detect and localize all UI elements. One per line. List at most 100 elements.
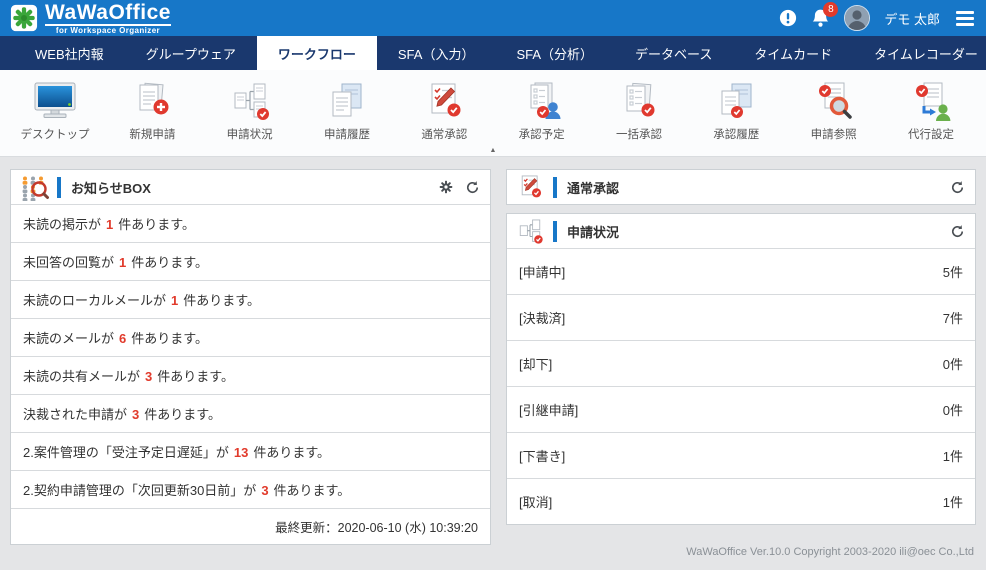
notice-row[interactable]: 未読の掲示が1件あります。 xyxy=(11,204,490,242)
workflow-toolbar: デスクトップ 新規申請 xyxy=(0,70,986,157)
proxy-setting-icon xyxy=(911,79,951,121)
logo-title: WaWaOffice xyxy=(45,2,171,23)
toolbar-item-desktop[interactable]: デスクトップ xyxy=(8,79,102,142)
top-bar: WaWaOffice for Workspace Organizer 8 xyxy=(0,0,986,36)
toolbar-item-proxy-setting[interactable]: 代行設定 xyxy=(884,79,978,142)
notice-row[interactable]: 未読のローカルメールが 1 件あります。 xyxy=(11,280,490,318)
notice-row[interactable]: 未回答の回覧が1件あります。 xyxy=(11,242,490,280)
notice-text: 未読のローカルメールが xyxy=(23,293,166,308)
accent-bar xyxy=(553,221,557,242)
refresh-icon[interactable] xyxy=(465,180,480,195)
tab-database[interactable]: データベース xyxy=(614,36,733,70)
request-status-icon xyxy=(513,218,547,244)
normal-approval-icon xyxy=(424,79,464,121)
settings-gear-icon[interactable] xyxy=(439,180,453,194)
request-status-title: 申請状況 xyxy=(567,222,938,241)
notice-row[interactable]: 2.契約申請管理の「次回更新30日前」が 3 件あります。 xyxy=(11,470,490,508)
notice-count: 1 xyxy=(119,255,126,270)
notice-text-suffix: 件あります。 xyxy=(253,445,330,460)
status-label: [却下] xyxy=(519,354,552,373)
status-label: [決裁済] xyxy=(519,308,565,327)
notice-row[interactable]: 2.案件管理の「受注予定日遅延」が 13 件あります。 xyxy=(11,432,490,470)
notice-box-icon xyxy=(17,174,51,201)
notice-list: 未読の掲示が1件あります。 未回答の回覧が1件あります。 未読のローカルメールが… xyxy=(11,204,490,508)
bell-icon[interactable]: 8 xyxy=(811,8,830,28)
notice-row[interactable]: 決裁された申請が3件あります。 xyxy=(11,394,490,432)
status-row[interactable]: [申請中] 5件 xyxy=(507,248,975,294)
avatar[interactable] xyxy=(844,5,870,31)
status-row[interactable]: [取消] 1件 xyxy=(507,478,975,524)
notice-row[interactable]: 未読のメールが 6 件あります。 xyxy=(11,318,490,356)
approval-history-icon xyxy=(716,79,756,121)
dashboard-content: お知らせBOX xyxy=(0,157,986,545)
status-count: 1件 xyxy=(943,492,963,511)
notice-count: 13 xyxy=(234,445,248,460)
tab-sfa-input[interactable]: SFA（入力） xyxy=(377,36,496,70)
notice-text: 未読のメールが xyxy=(23,331,114,346)
tab-workflow[interactable]: ワークフロー xyxy=(257,36,377,70)
status-label: [引継申請] xyxy=(519,400,578,419)
toolbar-item-normal-approval[interactable]: 通常承認 xyxy=(397,79,491,142)
new-request-icon xyxy=(132,79,172,121)
info-icon[interactable] xyxy=(779,9,797,27)
toolbar-collapse-button[interactable]: ▲ xyxy=(0,142,986,156)
request-history-icon xyxy=(327,79,367,121)
notice-count: 3 xyxy=(261,483,268,498)
hamburger-menu-icon[interactable] xyxy=(954,9,976,28)
notice-text: 未読の掲示が xyxy=(23,217,101,232)
notice-text-suffix: 件あります。 xyxy=(118,217,195,232)
desktop-icon xyxy=(32,79,78,121)
logo-subtitle: for Workspace Organizer xyxy=(45,24,171,35)
notice-text-suffix: 件あります。 xyxy=(183,293,260,308)
copyright-footer: WaWaOffice Ver.10.0 Copyright 2003-2020 … xyxy=(686,546,974,558)
notice-text: 2.契約申請管理の「次回更新30日前」が xyxy=(23,483,256,498)
tab-web-shanaiho[interactable]: WEB社内報 xyxy=(14,36,125,70)
tab-groupware[interactable]: グループウェア xyxy=(125,36,257,70)
status-row[interactable]: [下書き] 1件 xyxy=(507,432,975,478)
notice-text: 未読の共有メールが xyxy=(23,369,140,384)
tab-sfa-analysis[interactable]: SFA（分析） xyxy=(495,36,614,70)
tab-timecard[interactable]: タイムカード xyxy=(733,36,853,70)
normal-approval-panel: 通常承認 xyxy=(506,169,976,205)
request-status-panel: 申請状況 [申請中] 5件 [決裁済] xyxy=(506,213,976,525)
status-count: 0件 xyxy=(943,400,963,419)
bulk-approval-icon xyxy=(619,79,659,121)
toolbar-item-request-history[interactable]: 申請履歴 xyxy=(300,79,394,142)
toolbar-item-request-reference[interactable]: 申請参照 xyxy=(787,79,881,142)
approval-planned-icon xyxy=(522,79,562,121)
pinwheel-logo-icon xyxy=(10,4,38,32)
notice-text-suffix: 件あります。 xyxy=(131,331,208,346)
tab-timerecorder[interactable]: タイムレコーダー xyxy=(853,36,986,70)
toolbar-item-new-request[interactable]: 新規申請 xyxy=(105,79,199,142)
notice-row[interactable]: 未読の共有メールが3件あります。 xyxy=(11,356,490,394)
notice-count: 3 xyxy=(132,407,139,422)
notice-text-suffix: 件あります。 xyxy=(144,407,221,422)
main-nav: WEB社内報 グループウェア ワークフロー SFA（入力） SFA（分析） デー… xyxy=(0,36,986,70)
toolbar-item-bulk-approval[interactable]: 一括承認 xyxy=(592,79,686,142)
toolbar-item-request-status[interactable]: 申請状況 xyxy=(203,79,297,142)
notice-text: 未回答の回覧が xyxy=(23,255,114,270)
request-reference-icon xyxy=(814,79,854,121)
notice-count: 1 xyxy=(171,293,178,308)
notice-text: 2.案件管理の「受注予定日遅延」が xyxy=(23,445,229,460)
status-row[interactable]: [引継申請] 0件 xyxy=(507,386,975,432)
toolbar-item-approval-planned[interactable]: 承認予定 xyxy=(495,79,589,142)
refresh-icon[interactable] xyxy=(950,224,965,239)
status-count: 5件 xyxy=(943,262,963,281)
notice-count: 6 xyxy=(119,331,126,346)
notice-text-suffix: 件あります。 xyxy=(274,483,351,498)
notice-box-title: お知らせBOX xyxy=(71,178,427,197)
caret-up-icon: ▲ xyxy=(490,147,497,154)
status-label: [下書き] xyxy=(519,446,565,465)
status-count: 0件 xyxy=(943,354,963,373)
status-count: 1件 xyxy=(943,446,963,465)
app-logo[interactable]: WaWaOffice for Workspace Organizer xyxy=(10,2,171,35)
user-name: デモ 太郎 xyxy=(884,9,940,28)
notice-text-suffix: 件あります。 xyxy=(157,369,234,384)
toolbar-item-approval-history[interactable]: 承認履歴 xyxy=(689,79,783,142)
refresh-icon[interactable] xyxy=(950,180,965,195)
notice-box-panel: お知らせBOX xyxy=(10,169,491,545)
request-status-icon xyxy=(230,79,270,121)
status-row[interactable]: [却下] 0件 xyxy=(507,340,975,386)
status-row[interactable]: [決裁済] 7件 xyxy=(507,294,975,340)
